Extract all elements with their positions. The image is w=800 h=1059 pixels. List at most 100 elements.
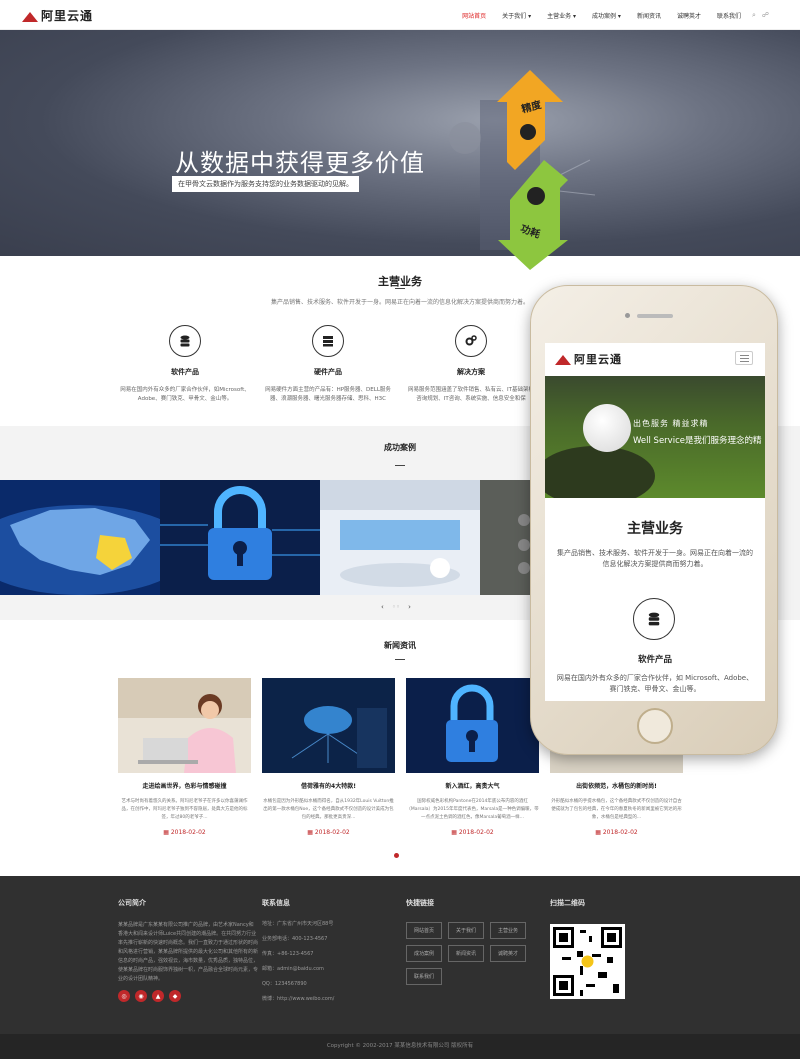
- pager-dots[interactable]: ◦◦: [392, 603, 400, 611]
- share-icon[interactable]: ☍: [759, 11, 772, 19]
- phone-logo[interactable]: 阿里云通: [555, 351, 622, 367]
- footer-contact-list: 地址：广东省广州市天河区88号 业务部电话：400-123-4567 传真：+8…: [262, 917, 334, 1007]
- server-icon: [312, 325, 344, 357]
- news-card[interactable]: 新入酒红，高贵大气 国际权威色彩机构Pantone在2014年底公布内容的酒红（…: [406, 678, 539, 836]
- service-desc: 网易在国内外有众多的厂家合作伙伴，如Microsoft、Adobe、赛门铁克、甲…: [120, 387, 250, 402]
- site-header: 阿里云通 网站首页 关于我们 ▾ 主营业务 ▾ 成功案例 ▾ 新闻资讯 诚聘英才…: [0, 0, 800, 30]
- phone-home-button[interactable]: [637, 708, 673, 744]
- nav-item-jobs[interactable]: 诚聘英才: [669, 11, 709, 20]
- news-item-desc: 外形酷似水桶的手提水桶包，这个备经典款式不仅创造的设计自古便成就为了包包的经典，…: [551, 799, 682, 820]
- case-image-office[interactable]: [320, 480, 480, 595]
- quick-link-jobs[interactable]: 诚聘英才: [490, 945, 526, 962]
- news-item-date: ▦ 2018-02-02: [451, 829, 494, 836]
- menu-toggle-icon[interactable]: [735, 351, 753, 365]
- site-logo[interactable]: 阿里云通: [22, 7, 93, 24]
- footer-qr-title: 扫描二维码: [550, 899, 585, 907]
- fax-text: 传真：+86-123-4567: [262, 951, 314, 957]
- news-item-title[interactable]: 出街依频范，水桶包的新时尚!: [550, 781, 683, 790]
- phone-item-desc: 网易在国内外有众多的厂家合作伙伴，如 Microsoft、Adobe、赛门铁克、…: [556, 674, 754, 693]
- search-icon[interactable]: ⌕: [749, 11, 759, 20]
- nav-item-business[interactable]: 主营业务 ▾: [539, 11, 584, 20]
- phone-text: 业务部电话：400-123-4567: [262, 936, 328, 942]
- next-arrow-icon[interactable]: ›: [408, 603, 411, 611]
- news-title-underline: [395, 659, 405, 660]
- service-title: 解决方案: [457, 368, 485, 376]
- nav-item-home[interactable]: 网站首页: [454, 11, 494, 20]
- power-arrow-icon: 功耗: [498, 160, 568, 270]
- email-icon[interactable]: ◆: [169, 990, 181, 1002]
- news-card[interactable]: 走进绘画世界，色彩与情感碰撞 艺术与时尚有着悠久的关系。阿玛尼老爷子在许多以你喜…: [118, 678, 251, 836]
- hero-banner: 从数据中获得更多价值 在甲骨文云数据作为服务支持您的业务数据驱动的见解。 精度 …: [0, 30, 800, 270]
- weibo-icon[interactable]: ◎: [118, 990, 130, 1002]
- footer-about-title: 公司简介: [118, 899, 146, 907]
- database-icon: [169, 325, 201, 357]
- service-card-solutions[interactable]: 解决方案 网易服务范围涵盖了软件销售、私有云、IT基础架构咨询规划、IT咨询、系…: [406, 325, 536, 404]
- wechat-icon[interactable]: ◉: [135, 990, 147, 1002]
- calendar-icon: ▦: [163, 829, 171, 836]
- nav-item-cases[interactable]: 成功案例 ▾: [584, 11, 629, 20]
- quick-link-cases[interactable]: 成功案例: [406, 945, 442, 962]
- news-image-lock: [406, 678, 539, 773]
- golf-hole: [545, 446, 655, 498]
- precision-arrow-icon: 精度: [497, 70, 563, 170]
- service-title: 硬件产品: [314, 368, 342, 376]
- news-image-cloud: [262, 678, 395, 773]
- news-card[interactable]: 借荷雅有的4大特款! 水桶包是因为外形酷似水桶而得名，自从1932年Louis …: [262, 678, 395, 836]
- quick-link-about[interactable]: 关于我们: [448, 922, 484, 939]
- phone-speaker: [637, 314, 673, 318]
- qq-text: QQ：1234567890: [262, 981, 307, 987]
- phone-camera: [625, 313, 630, 318]
- phone-item-title: 软件产品: [637, 655, 672, 665]
- news-item-title[interactable]: 走进绘画世界，色彩与情感碰撞: [118, 781, 251, 790]
- qq-icon[interactable]: ▲: [152, 990, 164, 1002]
- service-desc: 网易服务范围涵盖了软件销售、私有云、IT基础架构咨询规划、IT咨询、系统实施、信…: [408, 387, 534, 402]
- footer-about-text: 某某品牌是广东某某有限公司推广的品牌，由艺术家Nancy和香港大和闻来设计师Lu…: [118, 922, 259, 982]
- phone-logo-text: 阿里云通: [574, 353, 622, 366]
- phone-banner-text: Well Service是我们服务理念的精: [633, 436, 762, 446]
- news-item-desc: 水桶包是因为外形酷似水桶而得名，自从1932年Louis Vuitton推出的第…: [263, 799, 394, 820]
- nav-item-news[interactable]: 新闻资讯: [629, 11, 669, 20]
- nav-item-contact[interactable]: 联系我们: [709, 11, 749, 20]
- weibo-text[interactable]: 微博：http://www.weibo.com/: [262, 992, 334, 1007]
- golf-ball: [583, 404, 631, 452]
- news-item-date: ▦ 2018-02-02: [163, 829, 206, 836]
- cases-title-underline: [395, 465, 405, 466]
- service-card-hardware[interactable]: 硬件产品 网易硬件方面主营的产品有：HP服务器、DELL服务器、浪潮服务器、曙光…: [263, 325, 393, 404]
- news-image-woman: [118, 678, 251, 773]
- banner-title: 从数据中获得更多价值: [175, 149, 425, 177]
- phone-banner-tags: 出色服务 精益求精: [633, 419, 709, 428]
- prev-arrow-icon[interactable]: ‹: [381, 603, 384, 611]
- calendar-icon: ▦: [451, 829, 459, 836]
- footer-contact: 联系信息 地址：广东省广州市天河区88号 业务部电话：400-123-4567 …: [262, 898, 334, 1007]
- quick-links: 网站首页 关于我们 主营业务 成功案例 新闻资讯 诚聘英才 联系我们: [406, 922, 526, 985]
- service-card-software[interactable]: 软件产品 网易在国内外有众多的厂家合作伙伴，如Microsoft、Adobe、赛…: [120, 325, 250, 404]
- cases-pager: ‹ ◦◦ ›: [381, 603, 411, 611]
- logo-text: 阿里云通: [41, 9, 94, 23]
- footer-about: 公司简介 某某品牌是广东某某有限公司推广的品牌，由艺术家Nancy和香港大和闻来…: [118, 898, 258, 1002]
- case-image-lock[interactable]: [160, 480, 320, 595]
- news-item-title[interactable]: 借荷雅有的4大特款!: [262, 781, 395, 790]
- logo-mark-icon: [555, 353, 571, 365]
- case-image-map[interactable]: [0, 480, 160, 595]
- services-title-underline: [395, 288, 405, 289]
- calendar-icon: ▦: [595, 829, 603, 836]
- quick-link-business[interactable]: 主营业务: [490, 922, 526, 939]
- phone-section-desc: 集产品销售、技术服务、软件开发于一身。网易正在向着一流的信息化解决方案提供商而努…: [557, 549, 753, 568]
- quick-link-contact[interactable]: 联系我们: [406, 968, 442, 985]
- footer-links: 快捷链接 网站首页 关于我们 主营业务 成功案例 新闻资讯 诚聘英才 联系我们: [406, 898, 526, 985]
- phone-section-title: 主营业务: [627, 521, 683, 537]
- calendar-icon: ▦: [307, 829, 315, 836]
- main-nav: 网站首页 关于我们 ▾ 主营业务 ▾ 成功案例 ▾ 新闻资讯 诚聘英才 联系我们…: [454, 0, 772, 30]
- banner-subtitle: 在甲骨文云数据作为服务支持您的业务数据驱动的见解。: [172, 176, 359, 192]
- news-item-desc: 艺术与时尚有着悠久的关系。阿玛尼老爷子在许多以你喜蒲澜作品，在创作中，阿玛尼老爷…: [121, 799, 248, 820]
- copyright: Copyright © 2002-2017 某某信息技术有限公司 版权所有: [0, 1034, 800, 1059]
- email-text[interactable]: 邮箱：admin@baidu.com: [262, 962, 334, 977]
- quick-link-home[interactable]: 网站首页: [406, 922, 442, 939]
- news-item-date: ▦ 2018-02-02: [307, 829, 350, 836]
- news-item-title[interactable]: 新入酒红，高贵大气: [406, 781, 539, 790]
- nav-item-about[interactable]: 关于我们 ▾: [494, 11, 539, 20]
- qr-code-icon: [550, 924, 625, 999]
- quick-link-news[interactable]: 新闻资讯: [448, 945, 484, 962]
- news-pager-dot[interactable]: [394, 853, 399, 858]
- address-text: 地址：广东省广州市天河区88号: [262, 921, 334, 927]
